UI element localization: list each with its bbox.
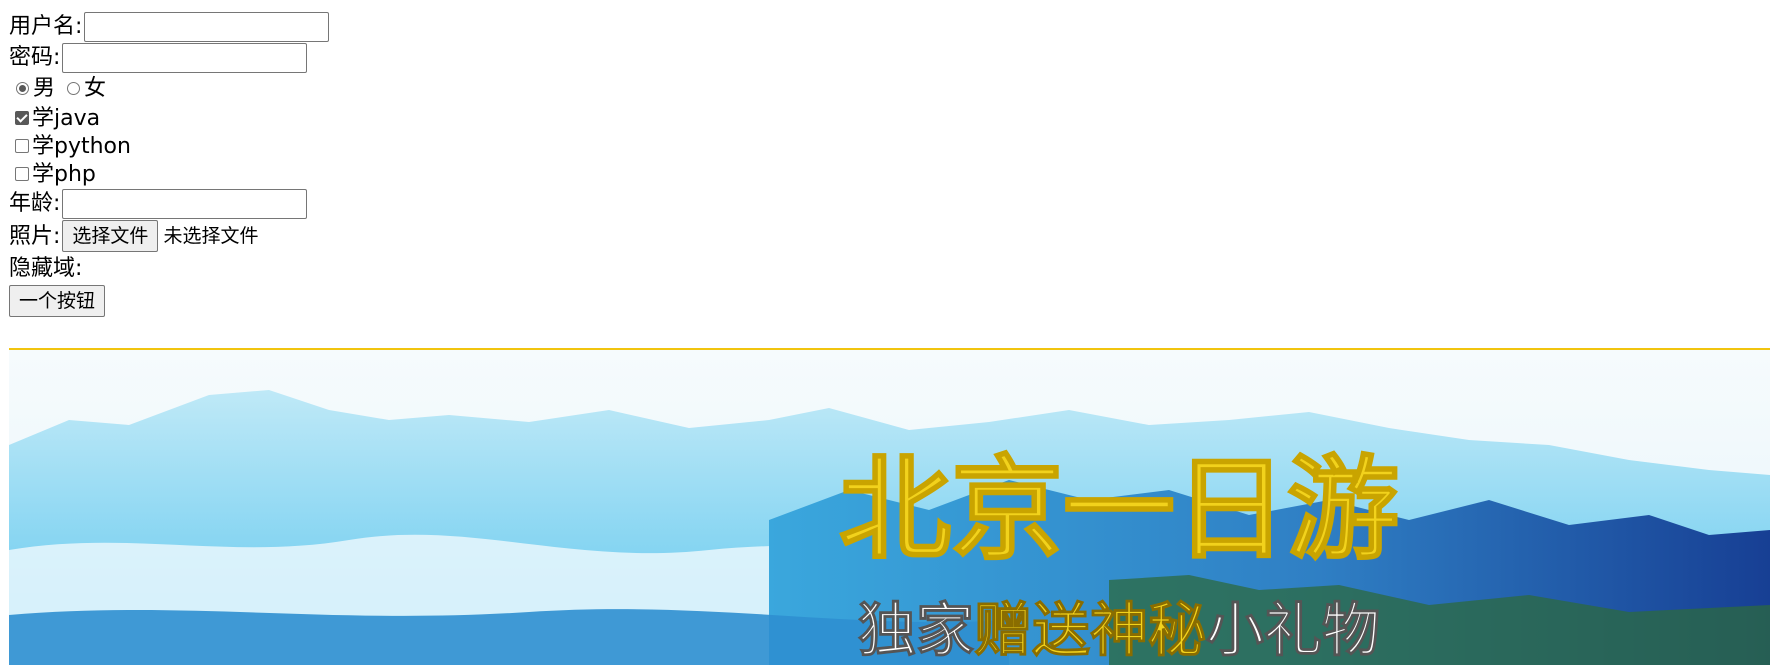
hobby-python-label: 学python [32, 133, 131, 159]
banner-subtitle-part1: 独家 [858, 596, 974, 664]
gender-label-male: 男 [33, 76, 56, 101]
username-input[interactable] [84, 11, 330, 42]
photo-label: 照片: [9, 223, 61, 249]
username-row: 用户名: [9, 11, 609, 42]
age-input[interactable] [62, 188, 308, 219]
password-label: 密码: [9, 45, 61, 70]
banner-subtitle-part2: 赠送神秘 [974, 596, 1206, 664]
banner-subtitle: 独家赠送神秘小礼物 [858, 596, 1380, 664]
gender-label-female: 女 [84, 76, 107, 101]
hobby-php-label: 学php [32, 161, 96, 187]
hobby-java-checkbox[interactable] [15, 111, 29, 125]
banner-subtitle-part3: 小礼物 [1206, 596, 1380, 664]
gender-radio-male[interactable] [16, 82, 29, 95]
choose-file-button[interactable]: 选择文件 [62, 220, 159, 252]
hobby-python-checkbox[interactable] [15, 139, 29, 153]
hobby-java-row: 学java [9, 104, 609, 132]
banner-title: 北京一日游 [839, 445, 1399, 575]
banner-image: 北京一日游 独家赠送神秘小礼物 [9, 350, 1770, 665]
hidden-field-label: 隐藏域: [9, 256, 83, 281]
password-row: 密码: [9, 42, 609, 73]
hobby-python-row: 学python [9, 132, 609, 160]
button-row: 一个按钮 [9, 284, 609, 318]
hobby-java-label: 学java [32, 105, 101, 131]
photo-row: 照片: 选择文件 未选择文件 [9, 219, 609, 253]
gender-row: 男 女 [9, 73, 609, 104]
username-label: 用户名: [9, 14, 83, 39]
generic-button[interactable]: 一个按钮 [9, 285, 106, 317]
password-input[interactable] [62, 42, 308, 73]
registration-form: 用户名: 密码: 男 女 学java 学python 学php 年龄: 照片: … [9, 11, 609, 318]
file-status-text: 未选择文件 [163, 224, 259, 247]
beijing-tour-banner: 北京一日游 独家赠送神秘小礼物 [9, 348, 1770, 665]
hidden-field-row: 隐藏域: [9, 253, 609, 284]
hobby-php-checkbox[interactable] [15, 167, 29, 181]
gender-radio-female[interactable] [67, 82, 81, 95]
hobby-php-row: 学php [9, 160, 609, 188]
age-row: 年龄: [9, 188, 609, 219]
age-label: 年龄: [9, 191, 61, 216]
